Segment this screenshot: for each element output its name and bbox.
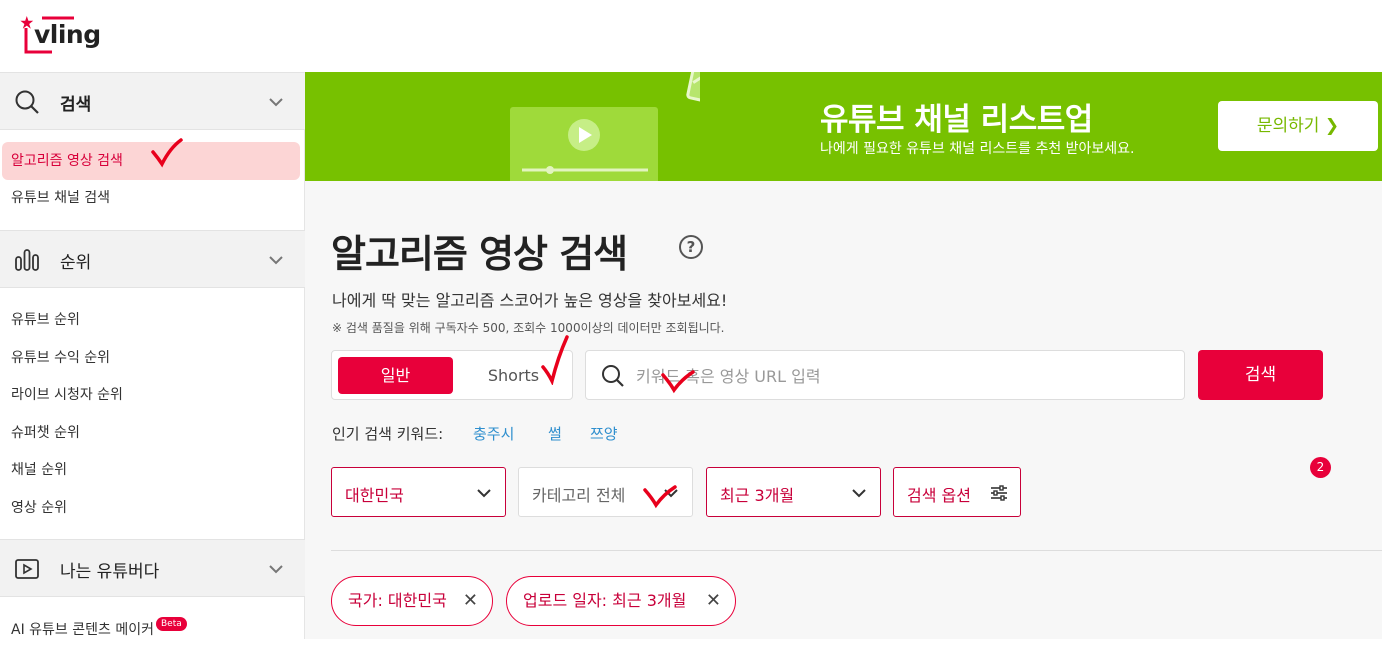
tab-general[interactable]: 일반 (338, 357, 453, 394)
banner-title: 유튜브 채널 리스트업 (820, 102, 1093, 138)
search-input[interactable] (636, 361, 1166, 391)
sidebar-item-revenue-rank[interactable]: 유튜브 수익 순위 (0, 339, 305, 377)
sidebar-section-label: 검색 (60, 95, 92, 115)
search-icon (602, 365, 624, 387)
promo-banner[interactable]: 유튜브 채널 리스트업 나에게 필요한 유튜브 채널 리스트를 추천 받아보세요… (305, 72, 1382, 181)
chevron-down-icon (664, 489, 678, 498)
popular-keyword[interactable]: 쯔양 (590, 423, 618, 444)
inquiry-button[interactable]: 문의하기 ❯ (1218, 101, 1378, 151)
banner-subtitle: 나에게 필요한 유튜브 채널 리스트를 추천 받아보세요. (820, 141, 1135, 157)
search-button[interactable]: 검색 (1198, 350, 1323, 400)
sidebar-section-rank[interactable]: 순위 (0, 230, 305, 288)
sidebar-section-label: 순위 (60, 253, 92, 273)
sidebar-item-superchat-rank[interactable]: 슈퍼챗 순위 (0, 414, 305, 452)
search-notice: ※ 검색 품질을 위해 구독자수 500, 조회수 1000이상의 데이터만 조… (332, 321, 725, 335)
sidebar-item-live-viewer-rank[interactable]: 라이브 시청자 순위 (0, 376, 305, 414)
search-options-label: 검색 옵션 (907, 486, 971, 505)
category-value: 카테고리 전체 (532, 486, 626, 505)
sidebar-item-label: AI 유튜브 콘텐츠 메이커 (11, 622, 154, 638)
chevron-down-icon (269, 256, 283, 265)
video-type-toggle: 일반 Shorts (331, 350, 573, 400)
sidebar-item-channel-rank[interactable]: 채널 순위 (0, 451, 305, 489)
popular-keyword[interactable]: 충주시 (473, 423, 514, 444)
category-dropdown[interactable]: 카테고리 전체 (518, 467, 693, 517)
tab-shorts[interactable]: Shorts (456, 357, 571, 394)
logo-text[interactable]: vling (34, 20, 101, 49)
chevron-down-icon (269, 565, 283, 574)
country-dropdown[interactable]: 대한민국 (331, 467, 506, 517)
sidebar-section-label: 나는 유튜버다 (60, 562, 160, 582)
page-title: 알고리즘 영상 검색 (331, 232, 628, 276)
search-icon (15, 90, 39, 114)
close-icon[interactable]: ✕ (463, 577, 478, 625)
close-icon[interactable]: ✕ (706, 577, 721, 625)
sidebar-item-channel-search[interactable]: 유튜브 채널 검색 (0, 179, 305, 217)
sidebar-item-video-rank[interactable]: 영상 순위 (0, 489, 305, 527)
chevron-down-icon (852, 489, 866, 498)
options-count-badge: 2 (1310, 457, 1331, 478)
chevron-down-icon (269, 98, 283, 107)
sidebar-section-search[interactable]: 검색 (0, 72, 305, 130)
filter-chip-label: 업로드 일자: 최근 3개월 (523, 591, 687, 610)
filter-chip-period[interactable]: 업로드 일자: 최근 3개월 ✕ (506, 576, 736, 626)
country-value: 대한민국 (345, 486, 404, 505)
sidebar-item-ai-content-maker[interactable]: AI 유튜브 콘텐츠 메이커 Beta (0, 611, 305, 649)
sliders-icon (991, 485, 1007, 501)
help-icon[interactable]: ? (679, 235, 703, 259)
search-box (585, 350, 1185, 400)
top-bar: vling (0, 0, 1382, 72)
divider (331, 550, 1382, 551)
period-value: 최근 3개월 (720, 486, 795, 505)
sidebar-section-creator[interactable]: 나는 유튜버다 (0, 539, 305, 597)
sidebar-item-youtube-rank[interactable]: 유튜브 순위 (0, 301, 305, 339)
chevron-down-icon (477, 489, 491, 498)
period-dropdown[interactable]: 최근 3개월 (706, 467, 881, 517)
filter-chip-country[interactable]: 국가: 대한민국 ✕ (331, 576, 493, 626)
filter-chip-label: 국가: 대한민국 (348, 591, 447, 610)
popular-keyword[interactable]: 썰 (548, 423, 562, 444)
page-subtitle: 나에게 딱 맞는 알고리즘 스코어가 높은 영상을 찾아보세요! (332, 291, 728, 310)
popular-keywords-label: 인기 검색 키워드: (332, 425, 444, 443)
bar-chart-icon (15, 249, 39, 271)
search-options-button[interactable]: 검색 옵션 (893, 467, 1021, 517)
video-illustration-icon (510, 72, 700, 181)
main-content: 알고리즘 영상 검색 ? 나에게 딱 맞는 알고리즘 스코어가 높은 영상을 찾… (305, 181, 1382, 639)
sidebar: 검색 알고리즘 영상 검색 유튜브 채널 검색 순위 유튜브 순위 유튜브 수익… (0, 72, 305, 639)
play-box-icon (15, 559, 39, 579)
beta-badge: Beta (155, 617, 187, 631)
sidebar-item-algorithm-video-search[interactable]: 알고리즘 영상 검색 (2, 142, 300, 180)
